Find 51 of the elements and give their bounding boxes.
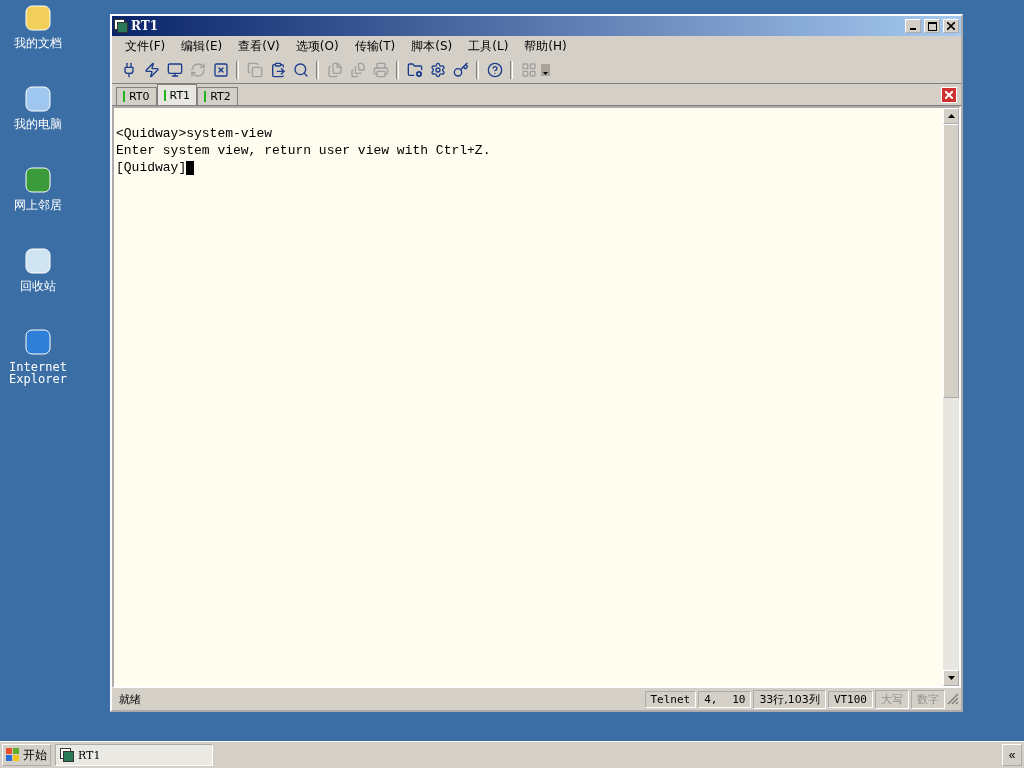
num-lock-indicator: 数字: [911, 689, 945, 709]
tab-label[interactable]: RT0: [129, 90, 150, 103]
up-arrow-icon: [947, 114, 955, 118]
close-button[interactable]: [943, 19, 959, 33]
menu-item[interactable]: 工具(L): [461, 36, 516, 57]
maximize-icon: [927, 21, 937, 31]
session-tab[interactable]: RT2: [197, 87, 238, 105]
status-message: 就绪: [118, 691, 142, 708]
dropdown-caret-icon[interactable]: [541, 64, 550, 76]
menu-item[interactable]: 文件(F): [118, 36, 173, 57]
menu-item[interactable]: 脚本(S): [404, 36, 460, 57]
menu-item[interactable]: 帮助(H): [517, 36, 574, 57]
vertical-scrollbar[interactable]: [943, 108, 959, 686]
tab-label[interactable]: RT1: [169, 88, 191, 102]
desktop-icon-label[interactable]: Internet Explorer: [0, 361, 76, 385]
scroll-down-button[interactable]: [943, 670, 959, 686]
session-tab[interactable]: RT0: [116, 87, 157, 105]
expand-tray-button[interactable]: «: [1002, 744, 1022, 766]
windows-flag-icon: [6, 748, 20, 762]
close-tab-button[interactable]: [941, 87, 957, 103]
window-app-icon: [114, 19, 128, 33]
caps-lock-indicator: 大写: [875, 689, 909, 709]
menu-item[interactable]: 传输(T): [347, 36, 403, 57]
window-app-icon: [60, 748, 74, 762]
terminal-line: Enter system view, return user view with Ctrl+Z.: [116, 142, 492, 159]
cursor-position: 4, 10: [698, 690, 752, 708]
close-icon: [945, 91, 953, 99]
down-arrow-icon: [947, 676, 955, 680]
emulation-status: VT100: [827, 690, 873, 708]
terminal-size: 33行,103列: [753, 689, 826, 709]
desktop-icon-label[interactable]: 回收站: [20, 280, 56, 292]
menu-item[interactable]: 编辑(E): [174, 36, 230, 57]
window-title: RT1: [131, 19, 160, 33]
maximize-button[interactable]: [924, 19, 940, 33]
menu-item[interactable]: 查看(V): [231, 36, 287, 57]
protocol-status: Telnet: [644, 690, 697, 708]
close-icon: [947, 22, 955, 30]
minimize-button[interactable]: [905, 19, 921, 33]
resize-grip-icon[interactable]: [947, 693, 959, 705]
tab-label[interactable]: RT2: [210, 90, 231, 103]
terminal-line: <Quidway>system-view: [116, 125, 274, 142]
desktop-icon-label[interactable]: 我的文档: [14, 37, 62, 49]
taskbar-window-button[interactable]: RT1: [55, 744, 213, 766]
menu-item[interactable]: 选项(O): [288, 36, 346, 57]
desktop-icon-label[interactable]: 我的电脑: [14, 118, 62, 130]
terminal-line: [Quidway]: [116, 159, 941, 176]
desktop-icon-label[interactable]: 网上邻居: [14, 199, 62, 211]
session-tab[interactable]: RT1: [156, 84, 198, 105]
scrollbar-thumb[interactable]: [943, 124, 959, 398]
scroll-up-button[interactable]: [943, 108, 959, 124]
start-button[interactable]: 开始: [2, 744, 51, 766]
